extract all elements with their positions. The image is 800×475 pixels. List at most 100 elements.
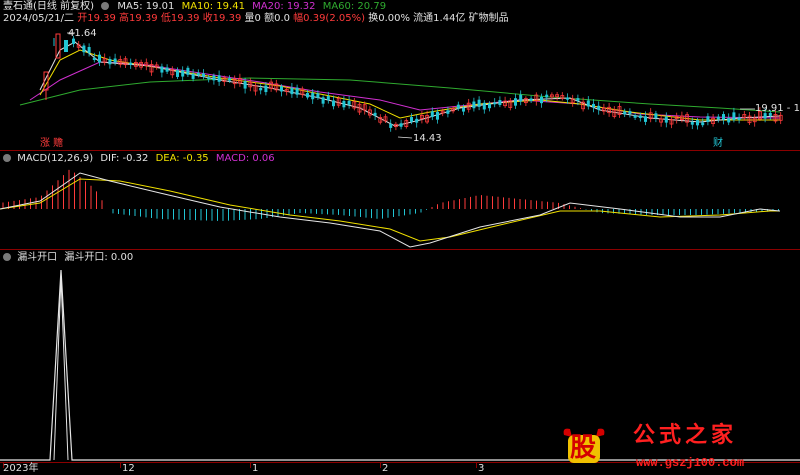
candle-down	[545, 94, 549, 98]
quote-change: 幅0.39(2.05%)	[293, 13, 366, 24]
time-axis-label: 2	[382, 463, 389, 474]
candle-down	[410, 117, 413, 122]
quote-turnover: 换0.00%	[368, 13, 410, 24]
candle-down	[212, 75, 216, 81]
candle-down	[644, 116, 647, 122]
candle-down	[347, 100, 351, 105]
candle-down	[514, 98, 517, 106]
candle-down	[415, 118, 419, 123]
funnel-line-inner	[53, 277, 69, 461]
quote-amount: 额0.0	[264, 13, 290, 24]
candle-down	[498, 100, 502, 106]
candle-down	[727, 118, 731, 123]
ma60-line	[19, 77, 781, 113]
macd-settings-dot-icon[interactable]	[3, 154, 11, 162]
candle-down	[342, 100, 346, 108]
time-axis-label: 1	[252, 463, 259, 474]
candle-down	[332, 100, 335, 107]
candle-down	[326, 96, 330, 101]
macd-header: MACD(12,26,9) DIF: -0.32 DEA: -0.35 MACD…	[3, 153, 275, 165]
candle-down	[373, 112, 377, 116]
price-low-label: 14.43	[413, 133, 442, 144]
candle-down	[690, 121, 694, 125]
candle-down	[566, 97, 569, 100]
candle-down	[259, 87, 263, 91]
candle-down	[228, 78, 231, 81]
time-axis-label: 12	[122, 463, 135, 474]
time-axis-tick	[120, 462, 121, 468]
ma5-label: MA5: 19.01	[117, 1, 175, 12]
candle-down	[436, 111, 439, 120]
candle-down	[87, 47, 91, 54]
candle-down	[488, 103, 491, 109]
stock-name: 壹石通(日线 前复权)	[3, 1, 94, 12]
candle-down	[243, 81, 247, 89]
candle-down	[701, 122, 705, 126]
candle-down	[316, 93, 320, 98]
watermark-logo: 股	[560, 425, 608, 465]
candle-down	[519, 94, 523, 102]
candle-down	[472, 101, 476, 109]
candle-down	[196, 72, 200, 76]
candle-down	[623, 111, 627, 115]
candle-down	[264, 85, 268, 93]
candle-down	[696, 120, 699, 126]
candle-down	[586, 100, 590, 107]
settings-dot-icon[interactable]	[101, 2, 110, 10]
price-high-label: 41.64	[68, 28, 97, 39]
candle-down	[430, 111, 434, 117]
candle-down	[633, 115, 637, 118]
candle-down	[597, 105, 601, 110]
candle-down	[638, 115, 642, 119]
candle-down	[654, 113, 658, 119]
time-axis-tick	[380, 462, 381, 468]
candle-down	[664, 116, 668, 123]
quote-float: 流通1.44亿	[413, 13, 466, 24]
watermark-logo-text: 股	[570, 433, 597, 463]
candle-down	[82, 45, 86, 53]
candle-down	[207, 77, 211, 80]
candle-down	[477, 99, 481, 107]
candle-down	[64, 40, 68, 52]
candle-down	[493, 102, 497, 105]
event-tag-right[interactable]: 财	[713, 138, 723, 150]
macd-title: MACD(12,26,9)	[17, 153, 94, 164]
time-axis-label: 2023年	[3, 463, 39, 474]
watermark-url: www.gszj100.com	[636, 456, 745, 470]
macd-dif: DIF: -0.32	[100, 153, 149, 164]
candle-down	[306, 93, 309, 98]
candle-down	[716, 116, 720, 120]
chart-header: 壹石通(日线 前复权) MA5: 19.01 MA10: 19.41 MA20:…	[3, 1, 386, 13]
funnel-value: 漏斗开口: 0.00	[64, 252, 134, 263]
candle-down	[576, 98, 580, 101]
ma60-label: MA60: 20.79	[322, 1, 387, 12]
quote-line: 2024/05/21/二 开19.39 高19.39 低19.39 收19.39…	[3, 13, 509, 25]
candle-down	[540, 96, 543, 104]
candle-down	[311, 92, 315, 100]
candle-down	[98, 54, 101, 63]
event-tag-left[interactable]: 涨 赡	[40, 138, 63, 150]
macd-chart[interactable]	[0, 151, 800, 251]
watermark-name: 公式之家	[633, 423, 738, 448]
time-axis-tick	[476, 462, 477, 468]
candle-down	[446, 110, 450, 114]
candle-down	[129, 62, 133, 65]
funnel-settings-dot-icon[interactable]	[3, 253, 11, 261]
candle-down	[399, 123, 403, 127]
time-axis-label: 3	[478, 463, 485, 474]
candle-down	[732, 112, 736, 121]
quote-open: 开19.39	[77, 13, 116, 24]
candle-down	[160, 66, 164, 73]
candle-down	[92, 57, 96, 61]
candle-down	[290, 87, 294, 95]
funnel-title: 漏斗开口	[17, 252, 58, 263]
candle-down	[592, 103, 595, 108]
candle-down	[722, 114, 725, 120]
quote-industry: 矿物制品	[468, 13, 509, 24]
candle-down	[108, 59, 112, 65]
candle-down	[456, 104, 460, 109]
candle-down	[186, 67, 190, 75]
ma10-label: MA10: 19.41	[181, 1, 245, 12]
candle-down	[217, 75, 221, 82]
candle-down	[165, 67, 169, 72]
